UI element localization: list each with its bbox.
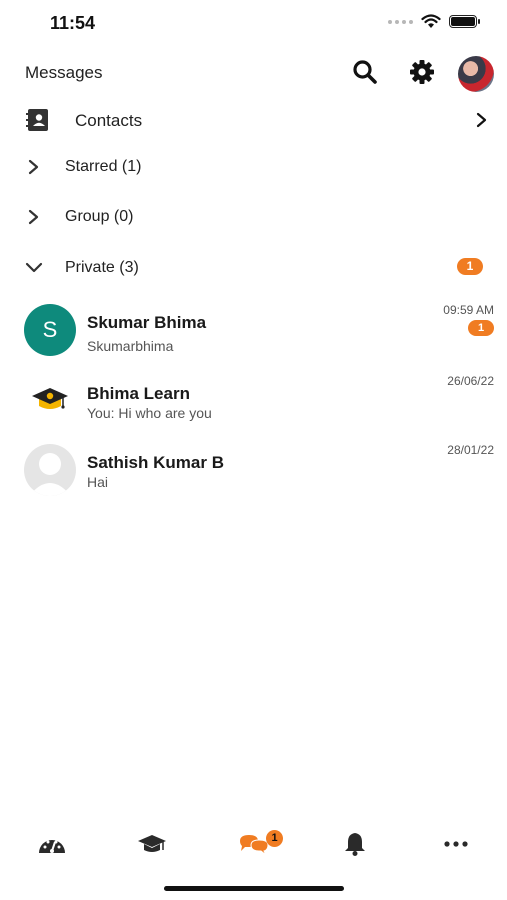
graduation-cap-logo-icon — [32, 388, 68, 409]
section-starred[interactable]: Starred (1) — [0, 148, 507, 186]
messages-badge: 1 — [266, 830, 283, 847]
conversation-preview: You: Hi who are you — [87, 405, 212, 421]
bottom-tab-bar: 1 — [0, 822, 507, 870]
wifi-icon — [421, 14, 441, 28]
battery-icon — [449, 15, 480, 28]
contacts-row[interactable]: Contacts — [0, 101, 507, 139]
tab-notifications[interactable] — [325, 822, 385, 866]
conversation-preview: Hai — [87, 474, 109, 490]
avatar — [24, 444, 76, 496]
contacts-book-icon — [26, 109, 48, 131]
chevron-right-icon — [476, 112, 487, 128]
header: Messages — [0, 52, 507, 94]
conversation-preview: Skumarbhima — [87, 338, 174, 354]
chevron-right-icon — [28, 159, 39, 175]
graduation-cap-icon — [138, 835, 166, 852]
contacts-label: Contacts — [75, 111, 143, 130]
conversation-time: 26/06/22 — [447, 374, 494, 388]
more-icon — [444, 841, 468, 847]
status-bar: 11:54 — [0, 0, 507, 48]
home-indicator[interactable] — [164, 886, 344, 891]
tab-courses[interactable] — [122, 822, 182, 866]
section-group[interactable]: Group (0) — [0, 198, 507, 236]
status-icons — [388, 14, 480, 29]
tab-dashboard[interactable] — [22, 822, 82, 866]
search-button[interactable] — [349, 56, 381, 88]
gear-icon — [410, 60, 434, 84]
avatar — [24, 374, 76, 426]
search-icon — [353, 60, 377, 84]
conversation-item[interactable]: S Skumar Bhima Skumarbhima 09:59 AM 1 — [0, 298, 507, 366]
section-label: Group (0) — [65, 208, 134, 225]
settings-button[interactable] — [406, 56, 438, 88]
page-title: Messages — [25, 63, 103, 82]
conversation-time: 09:59 AM — [443, 303, 494, 317]
section-label: Private (3) — [65, 259, 139, 276]
chevron-down-icon — [25, 262, 43, 273]
avatar: S — [24, 304, 76, 356]
cellular-signal-icon — [388, 19, 413, 24]
unread-count-badge: 1 — [457, 258, 483, 275]
unread-badge: 1 — [468, 320, 494, 336]
tab-more[interactable] — [426, 822, 486, 866]
section-private[interactable]: Private (3) 1 — [0, 249, 507, 287]
status-time: 11:54 — [50, 13, 96, 33]
conversation-name: Bhima Learn — [87, 384, 190, 403]
dashboard-icon — [39, 840, 65, 853]
bell-icon — [345, 833, 365, 856]
section-label: Starred (1) — [65, 158, 142, 175]
user-avatar[interactable] — [458, 56, 494, 92]
conversation-item[interactable]: Bhima Learn You: Hi who are you 26/06/22 — [0, 368, 507, 436]
default-user-icon — [29, 453, 71, 496]
conversation-item[interactable]: Sathish Kumar B Hai 28/01/22 — [0, 438, 507, 506]
conversation-name: Skumar Bhima — [87, 313, 207, 332]
conversation-name: Sathish Kumar B — [87, 453, 224, 472]
conversation-time: 28/01/22 — [447, 443, 494, 457]
chevron-right-icon — [28, 209, 39, 225]
